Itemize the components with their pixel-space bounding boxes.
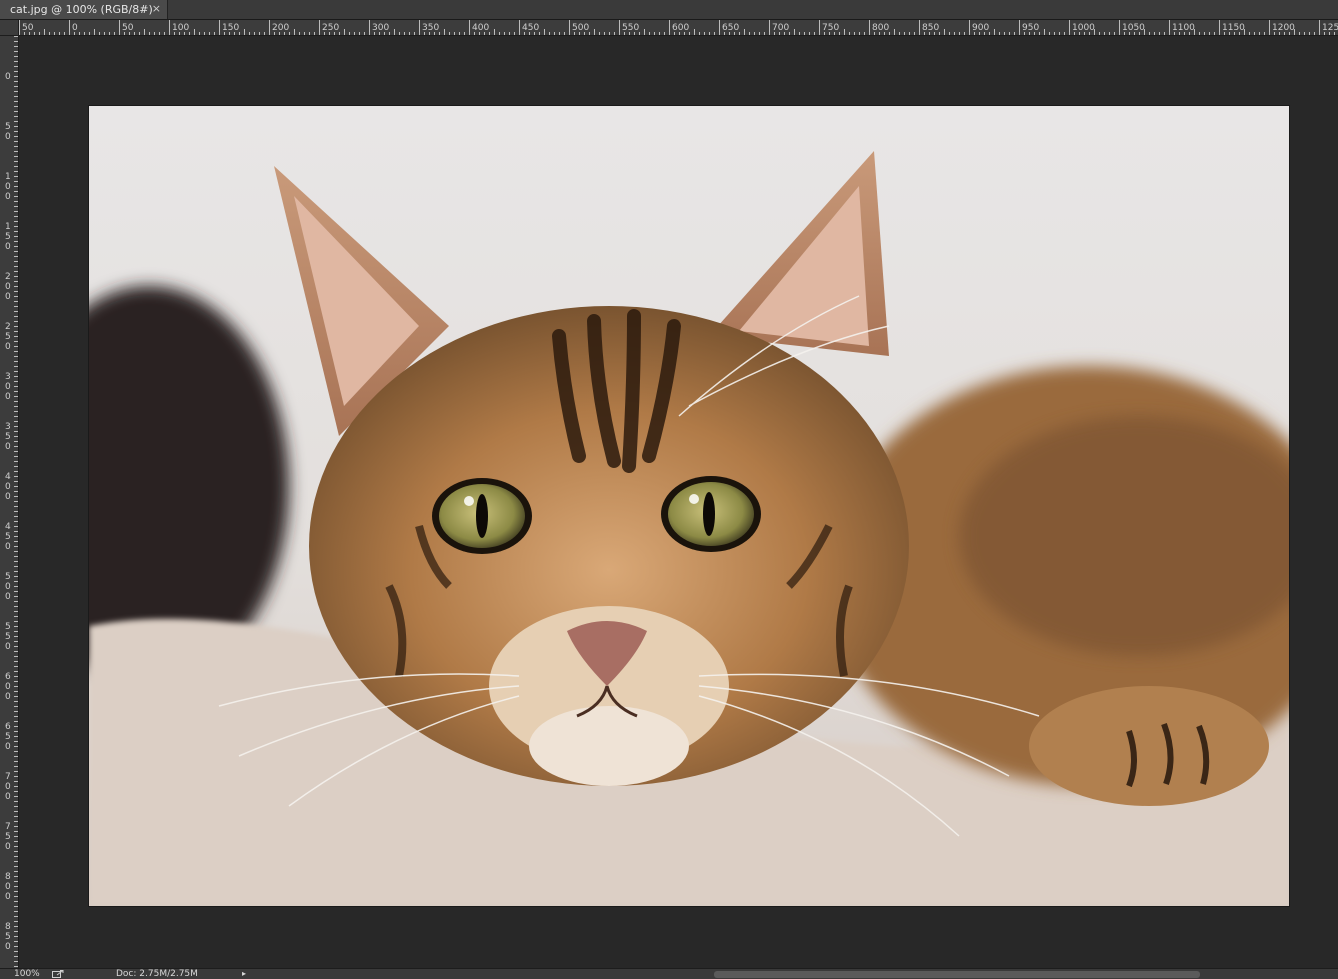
ruler-label: 500 (572, 23, 589, 33)
ruler-label: 0 (5, 72, 11, 82)
ruler-label: 300 (5, 372, 11, 402)
document-tab-title: cat.jpg @ 100% (RGB/8#) (10, 3, 153, 16)
ruler-label: 0 (72, 23, 78, 33)
ruler-label: 600 (5, 672, 11, 702)
ruler-label: 850 (5, 922, 11, 952)
close-icon[interactable]: × (152, 2, 161, 15)
document-canvas[interactable] (89, 106, 1289, 906)
ruler-label: 100 (172, 23, 189, 33)
horizontal-scrollbar[interactable] (714, 971, 1200, 978)
ruler-label: 1000 (1072, 23, 1095, 33)
ruler-label: 900 (972, 23, 989, 33)
ruler-label: 1200 (1272, 23, 1295, 33)
ruler-label: 750 (822, 23, 839, 33)
ruler-label: 350 (5, 422, 11, 452)
vertical-ruler[interactable]: 0 50 100 150 200 250 300 350 400 450 500 550 600 650 7… (0, 36, 19, 968)
cat-photo-image (89, 106, 1289, 906)
ruler-label: 150 (222, 23, 239, 33)
ruler-label: 550 (5, 622, 11, 652)
ruler-label: 50 (22, 23, 34, 33)
ruler-label: 1150 (1222, 23, 1245, 33)
ruler-label: 125 (1322, 23, 1338, 33)
share-icon[interactable] (52, 970, 64, 978)
ruler-label: 450 (522, 23, 539, 33)
ruler-label: 350 (422, 23, 439, 33)
ruler-label: 700 (5, 772, 11, 802)
ruler-label: 800 (5, 872, 11, 902)
ruler-label: 200 (5, 272, 11, 302)
ruler-label: 250 (322, 23, 339, 33)
vertical-ruler-ticks: 0 5 0 1 0 0 1 5 0 2 0 0 2 5 0 3 0 0 3 5 0 4 0 0 4 5 0 5 0 0 5 5 0 6 0 0 6 5 0 7… (5, 36, 18, 967)
ruler-label: 1050 (1122, 23, 1145, 33)
ruler-label: 300 (372, 23, 389, 33)
ruler-corner[interactable] (0, 20, 19, 36)
ruler-label: 700 (772, 23, 789, 33)
horizontal-ruler-ticks: 50 0 50 100 150 200 250 300 350 400 450 500 550 600 65… (19, 20, 1338, 35)
ruler-label: 250 (5, 322, 11, 352)
ruler-label: 100 (5, 172, 11, 202)
canvas-workspace[interactable] (19, 36, 1338, 968)
document-tab-bar: cat.jpg @ 100% (RGB/8#) × (0, 0, 1338, 20)
ruler-label: 500 (5, 572, 11, 602)
ruler-label: 450 (5, 522, 11, 552)
ruler-label: 50 (122, 23, 134, 33)
ruler-label: 600 (672, 23, 689, 33)
document-tab[interactable]: cat.jpg @ 100% (RGB/8#) × (0, 0, 168, 19)
horizontal-ruler[interactable]: 50 0 50 100 150 200 250 300 350 400 450 500 550 600 65… (19, 20, 1338, 36)
ruler-label: 550 (622, 23, 639, 33)
ruler-label: 1100 (1172, 23, 1195, 33)
ruler-label: 150 (5, 222, 11, 252)
ruler-label: 50 (5, 122, 11, 142)
ruler-label: 650 (5, 722, 11, 752)
ruler-label: 400 (5, 472, 11, 502)
ruler-label: 650 (722, 23, 739, 33)
ruler-label: 950 (1022, 23, 1039, 33)
ruler-label: 400 (472, 23, 489, 33)
ruler-label: 200 (272, 23, 289, 33)
ruler-label: 750 (5, 822, 11, 852)
ruler-label: 800 (872, 23, 889, 33)
ruler-label: 850 (922, 23, 939, 33)
